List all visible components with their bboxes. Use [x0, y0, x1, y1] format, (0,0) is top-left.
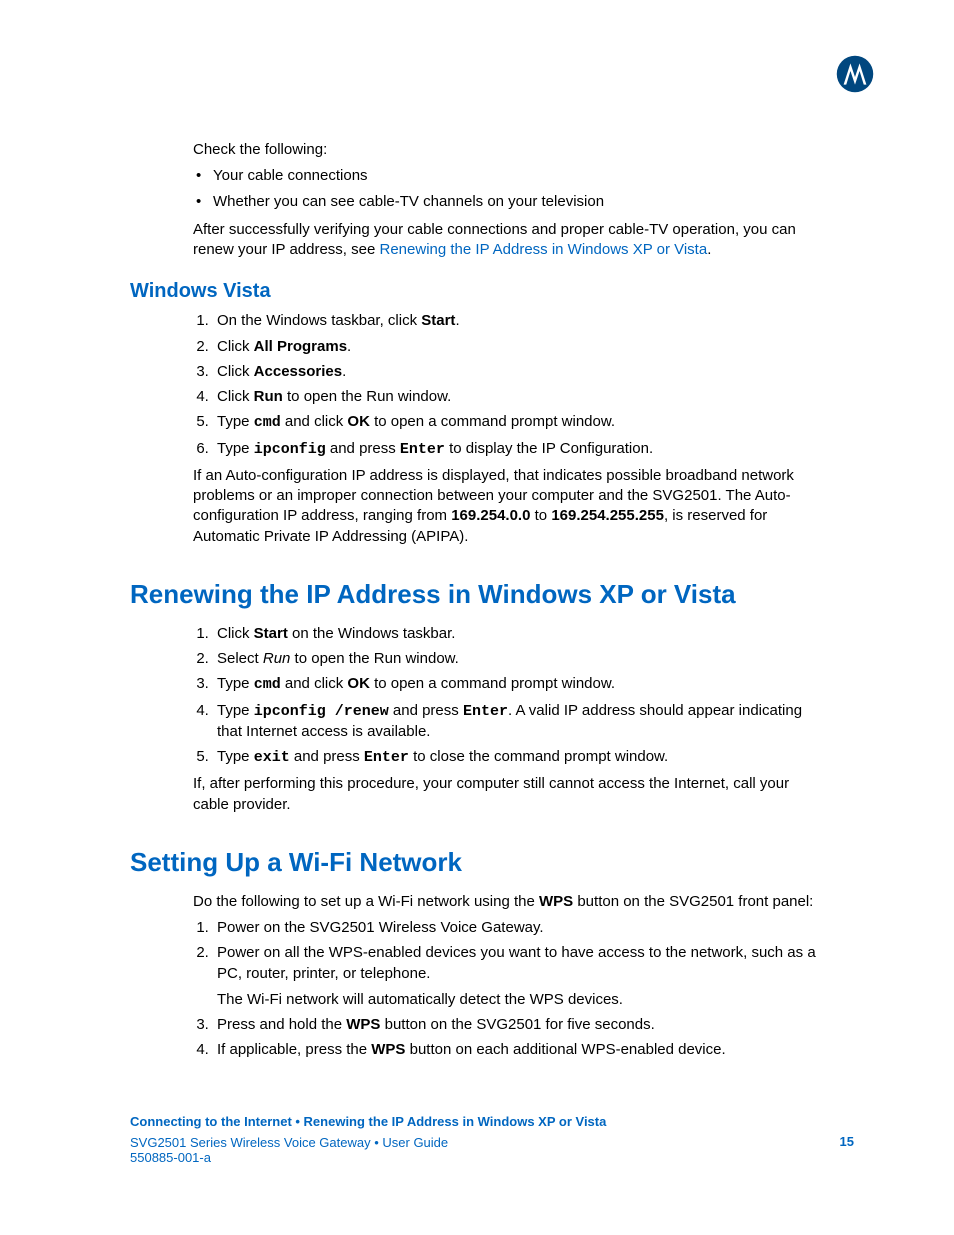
- renew-step-5: Type exit and press Enter to close the c…: [213, 747, 824, 768]
- heading-windows-vista: Windows Vista: [130, 280, 824, 303]
- renew-fallback-note: If, after performing this procedure, you…: [193, 774, 824, 815]
- motorola-logo-icon: [836, 55, 874, 93]
- after-verify-text: After successfully verifying your cable …: [193, 220, 824, 261]
- vista-step-6: Type ipconfig and press Enter to display…: [213, 439, 824, 460]
- heading-renewing-ip: Renewing the IP Address in Windows XP or…: [130, 579, 824, 610]
- bullet-cable-connections: Your cable connections: [193, 166, 824, 186]
- check-intro: Check the following:: [193, 140, 824, 160]
- renew-step-3: Type cmd and click OK to open a command …: [213, 674, 824, 695]
- vista-step-1: On the Windows taskbar, click Start.: [213, 311, 824, 331]
- vista-step-2: Click All Programs.: [213, 337, 824, 357]
- renew-step-2: Select Run to open the Run window.: [213, 649, 824, 669]
- renew-step-4: Type ipconfig /renew and press Enter. A …: [213, 701, 824, 743]
- bullet-cable-tv: Whether you can see cable-TV channels on…: [193, 192, 824, 212]
- renew-ip-link[interactable]: Renewing the IP Address in Windows XP or…: [380, 241, 708, 258]
- vista-apipa-note: If an Auto-configuration IP address is d…: [193, 466, 824, 547]
- wifi-step-1: Power on the SVG2501 Wireless Voice Gate…: [213, 918, 824, 938]
- footer-breadcrumb: Connecting to the Internet • Renewing th…: [130, 1114, 824, 1129]
- wifi-step-3: Press and hold the WPS button on the SVG…: [213, 1015, 824, 1035]
- vista-step-5: Type cmd and click OK to open a command …: [213, 412, 824, 433]
- vista-step-4: Click Run to open the Run window.: [213, 387, 824, 407]
- footer-guide-title: SVG2501 Series Wireless Voice Gateway • …: [130, 1135, 824, 1150]
- renew-step-1: Click Start on the Windows taskbar.: [213, 624, 824, 644]
- footer-doc-number: 550885-001-a: [130, 1150, 824, 1165]
- footer-page-number: 15: [840, 1134, 854, 1149]
- heading-wifi-setup: Setting Up a Wi-Fi Network: [130, 847, 824, 878]
- wifi-intro: Do the following to set up a Wi-Fi netwo…: [193, 892, 824, 912]
- wifi-step-4: If applicable, press the WPS button on e…: [213, 1040, 824, 1060]
- wifi-step-2: Power on all the WPS-enabled devices you…: [213, 943, 824, 1010]
- vista-step-3: Click Accessories.: [213, 362, 824, 382]
